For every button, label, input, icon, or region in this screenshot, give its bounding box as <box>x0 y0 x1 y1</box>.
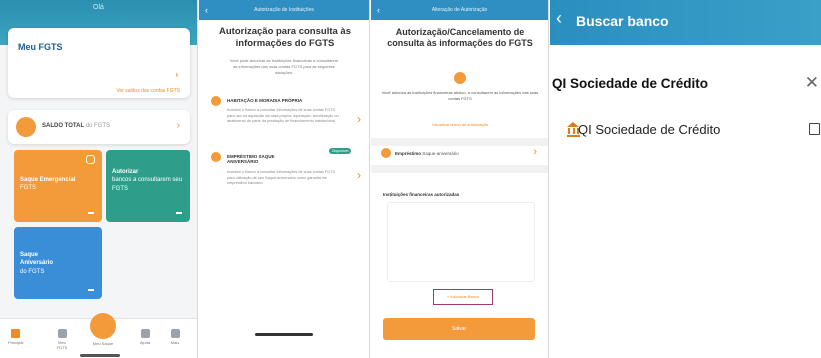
tile-autorizar[interactable]: Autorizar bancos a consultarem seu FGTS <box>106 150 190 222</box>
tile-dash <box>88 289 94 291</box>
back-arrow-icon[interactable]: ‹ <box>205 0 208 20</box>
terms-link[interactable]: Visualizar termo de autorização <box>371 122 548 127</box>
status-badge: Disponível <box>329 148 352 154</box>
page-title: Autorização para consulta às informações… <box>219 26 351 49</box>
screen-header: ‹ Buscar banco <box>550 0 821 45</box>
tile-icon <box>86 155 95 164</box>
tile-dash <box>176 212 182 214</box>
chevron-right-icon: › <box>176 120 180 131</box>
tab-meu-saque[interactable]: Meu Saque <box>90 313 116 346</box>
option-description: Autorize o Banco a consultar informações… <box>227 170 336 186</box>
list-item[interactable]: QI Sociedade de Crédito <box>550 118 821 142</box>
home-indicator <box>80 354 120 357</box>
tile-saque-aniversario[interactable]: Saque Aniversário do FGTS <box>14 227 102 299</box>
house-icon <box>211 96 221 106</box>
chevron-right-icon: › <box>357 168 361 182</box>
buscar-banco-panel: ‹ Buscar banco QI Sociedade de Crédito ✕… <box>550 0 821 358</box>
header-title: Autorização de Instituições <box>254 7 314 13</box>
page-description: Você autoriza as instituições financeira… <box>381 90 539 101</box>
wallet-icon <box>57 329 67 338</box>
back-arrow-icon[interactable]: ‹ <box>556 9 562 27</box>
money-icon <box>454 72 466 84</box>
bottom-tab-bar: Principal Meu FGTS Meu Saque Ajuda Mais <box>0 313 197 358</box>
meu-fgts-card[interactable]: Meu FGTS › Ver saldos das contas FGTS <box>8 28 190 98</box>
tile-saque-emergencial[interactable]: Saque Emergencial FGTS <box>14 150 102 222</box>
page-description: Você pode autorizar as instituições fina… <box>229 58 339 75</box>
autorizacao-panel: ‹ Autorização de Instituições Autorizaçã… <box>199 0 370 358</box>
tile-dash <box>88 212 94 214</box>
home-indicator <box>255 333 313 336</box>
checkbox[interactable] <box>809 123 820 135</box>
money-icon <box>211 152 221 162</box>
option-title: EMPRÉSTIMO SAQUE ANIVERSÁRIO <box>227 154 275 164</box>
close-icon[interactable]: ✕ <box>805 73 819 93</box>
tab-ajuda[interactable]: Ajuda <box>138 329 152 345</box>
emprestimo-label: Empréstimo Saque-aniversário <box>395 151 459 156</box>
greeting-text: Olá <box>93 4 104 11</box>
tile-title: Saque Emergencial <box>20 177 76 183</box>
screen-header: ‹ Alteração de Autorização <box>371 0 548 20</box>
divider <box>371 165 548 173</box>
result-name: QI Sociedade de Crédito <box>578 122 721 137</box>
ver-saldos-link[interactable]: Ver saldos das contas FGTS <box>116 88 180 94</box>
saldo-total-row[interactable]: SALDO TOTAL do FGTS › <box>8 110 190 144</box>
tile-sub: do FGTS <box>20 268 45 275</box>
institutions-title: Instituições financeiras autorizadas <box>383 192 460 197</box>
app-home-panel: Olá Meu FGTS › Ver saldos das contas FGT… <box>0 0 198 358</box>
back-arrow-icon[interactable]: ‹ <box>377 0 380 20</box>
option-description: Autorize o Banco a consultar informações… <box>227 108 339 124</box>
grid-icon <box>170 329 180 338</box>
alteracao-panel: ‹ Alteração de Autorização Autorização/C… <box>371 0 549 358</box>
screen-header: ‹ Autorização de Instituições <box>199 0 369 20</box>
saque-icon <box>90 313 116 339</box>
chevron-right-icon: › <box>533 146 537 158</box>
tile-sub: bancos a consultarem seu FGTS <box>112 177 183 192</box>
save-button[interactable]: Salvar <box>383 318 535 340</box>
header-title: Alteração de Autorização <box>431 7 488 13</box>
tile-title: Saque Aniversário <box>20 252 54 267</box>
saldo-label: SALDO TOTAL do FGTS <box>42 123 111 129</box>
home-icon <box>10 329 20 338</box>
help-icon <box>140 329 150 338</box>
emprestimo-row[interactable]: Empréstimo Saque-aniversário › <box>381 142 541 164</box>
institutions-list <box>387 202 535 282</box>
page-title: Autorização/Cancelamento de consulta às … <box>387 27 533 49</box>
coin-icon <box>16 117 36 137</box>
meu-fgts-title: Meu FGTS <box>18 42 63 52</box>
add-bank-button[interactable]: + Adicionar Banco <box>433 289 493 305</box>
card-arrow-icon[interactable]: › <box>175 70 178 79</box>
search-input[interactable]: QI Sociedade de Crédito <box>552 76 708 91</box>
tab-principal[interactable]: Principal <box>8 329 23 345</box>
tile-title: Autorizar <box>112 169 139 175</box>
chevron-right-icon: › <box>357 112 361 126</box>
header-title: Buscar banco <box>576 13 669 29</box>
tab-mais[interactable]: Mais <box>168 329 182 345</box>
option-title: HABITAÇÃO E MORADIA PRÓPRIA <box>227 98 303 103</box>
tab-meu-fgts[interactable]: Meu FGTS <box>55 329 69 350</box>
money-icon <box>381 148 391 158</box>
search-field[interactable]: QI Sociedade de Crédito ✕ <box>550 70 821 98</box>
tile-sub: FGTS <box>20 185 36 192</box>
